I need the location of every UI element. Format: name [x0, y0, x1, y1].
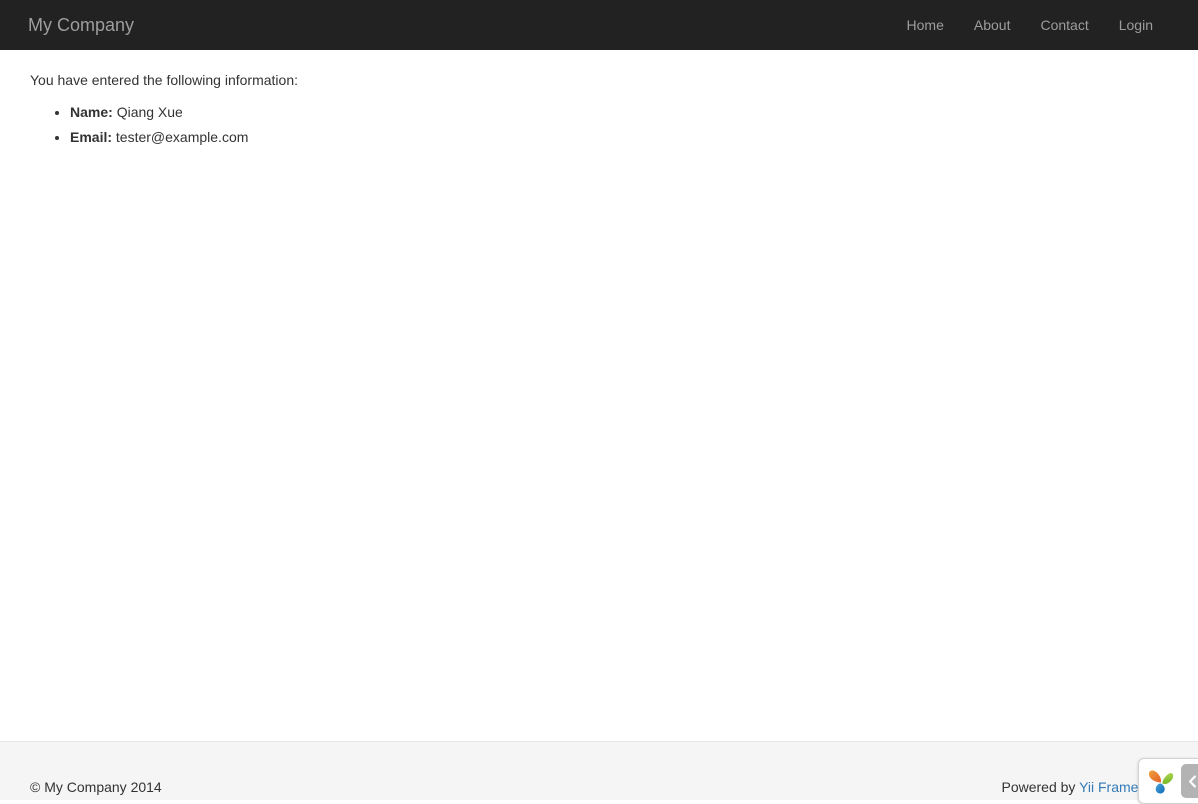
- chevron-left-icon[interactable]: [1181, 764, 1198, 798]
- intro-text: You have entered the following informati…: [30, 70, 1168, 90]
- nav-link-home[interactable]: Home: [892, 0, 959, 50]
- field-value-email: tester@example.com: [116, 129, 248, 145]
- powered-by-text: Powered by: [1001, 779, 1079, 795]
- field-label-email: Email:: [70, 129, 112, 145]
- nav-link-login[interactable]: Login: [1104, 0, 1168, 50]
- nav-link-contact[interactable]: Contact: [1025, 0, 1103, 50]
- footer-inner: © My Company 2014 Powered by Yii Framewo…: [0, 742, 1198, 800]
- field-label-name: Name:: [70, 104, 113, 120]
- nav-item-about: About: [959, 0, 1026, 50]
- content-container: You have entered the following informati…: [0, 50, 1198, 150]
- debug-toolbar-widget[interactable]: [1138, 758, 1198, 804]
- list-item: Name: Qiang Xue: [70, 100, 1168, 125]
- main-navigation: Home About Contact Login: [892, 0, 1168, 50]
- nav-link-about[interactable]: About: [959, 0, 1026, 50]
- list-item: Email: tester@example.com: [70, 125, 1168, 150]
- content-wrap: You have entered the following informati…: [0, 50, 1198, 741]
- field-value-name: Qiang Xue: [117, 104, 183, 120]
- footer-copyright: © My Company 2014: [30, 777, 162, 797]
- yii-logo-icon[interactable]: [1146, 766, 1176, 796]
- top-navbar: My Company Home About Contact Login: [0, 0, 1198, 50]
- nav-item-login: Login: [1104, 0, 1168, 50]
- nav-item-home: Home: [892, 0, 959, 50]
- entered-information-list: Name: Qiang Xue Email: tester@example.co…: [30, 100, 1168, 150]
- navbar-brand[interactable]: My Company: [28, 0, 134, 50]
- nav-item-contact: Contact: [1025, 0, 1103, 50]
- page-footer: © My Company 2014 Powered by Yii Framewo…: [0, 741, 1198, 800]
